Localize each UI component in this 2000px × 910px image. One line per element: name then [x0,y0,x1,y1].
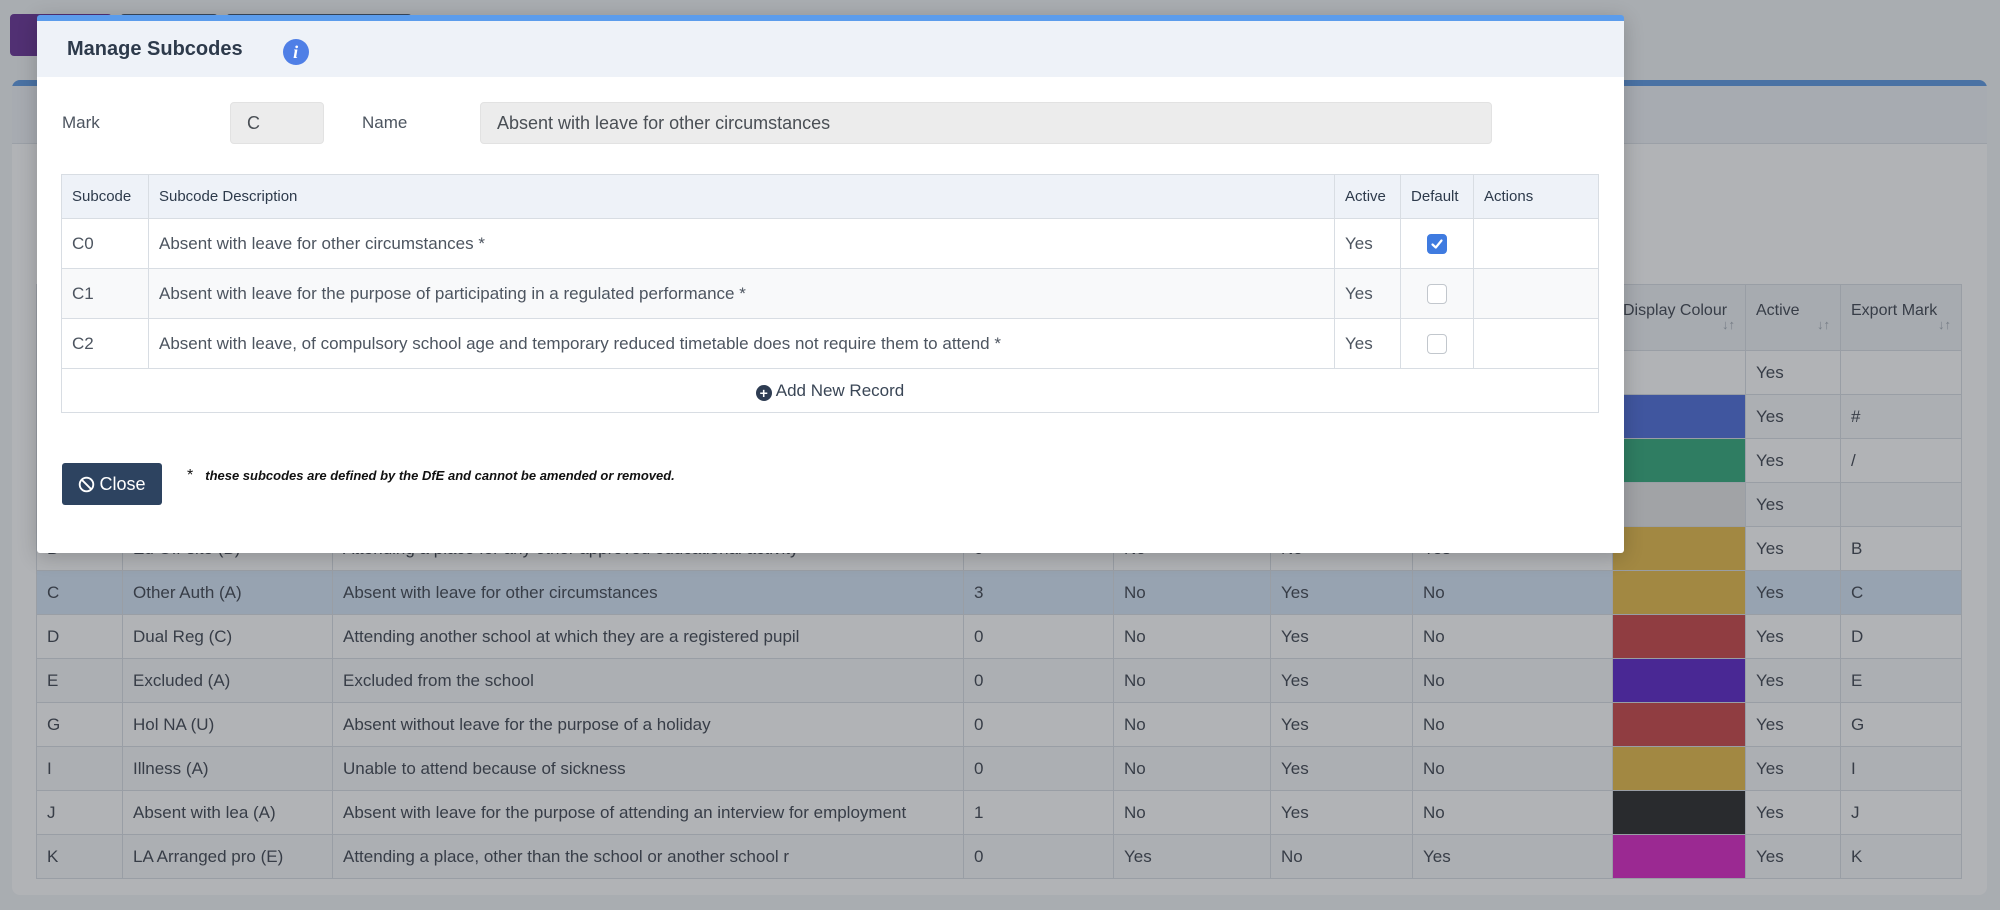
dfe-footnote: * these subcodes are defined by the DfE a… [187,467,675,485]
col-subcode: Subcode [61,174,149,219]
active-cell: Yes [1334,318,1402,369]
subcode-row[interactable]: C0 Absent with leave for other circumstan… [61,218,1599,269]
actions-cell [1473,268,1599,319]
default-checkbox[interactable] [1427,233,1447,254]
col-actions: Actions [1473,174,1599,219]
close-label: Close [99,473,146,494]
default-cell [1400,268,1474,319]
subcode-cell: C1 [61,268,149,319]
add-new-record-button[interactable]: + Add New Record [61,368,1599,413]
default-cell [1400,318,1474,369]
mark-field[interactable]: C [230,102,324,144]
actions-cell [1473,318,1599,369]
col-active: Active [1334,174,1402,219]
subcode-row[interactable]: C1 Absent with leave for the purpose of p… [61,268,1599,319]
footnote-star: * [187,467,194,484]
modal-title: Manage Subcodes [67,37,243,60]
ban-icon [79,476,95,492]
check-icon [1431,238,1443,249]
manage-subcodes-modal: Manage Subcodes i Mark C Name Absent wit… [37,15,1624,553]
actions-cell [1473,218,1599,269]
subcodes-table: Subcode Subcode Description Active Defau… [61,174,1599,413]
name-label: Name [362,113,408,132]
subcode-description-cell: Absent with leave for other circumstance… [147,218,1336,269]
col-default: Default [1400,174,1474,219]
col-subcode-description: Subcode Description [147,174,1336,219]
mark-label: Mark [62,113,100,132]
close-button[interactable]: Close [62,463,162,505]
default-checkbox[interactable] [1427,333,1447,354]
subcode-row[interactable]: C2 Absent with leave, of compulsory schoo… [61,318,1599,369]
subcode-form: Mark C Name Absent with leave for other … [62,102,1602,144]
footnote-text: these subcodes are defined by the DfE an… [205,468,675,483]
plus-circle-icon: + [755,384,772,401]
info-icon[interactable]: i [282,39,309,65]
default-checkbox[interactable] [1427,283,1447,304]
subcode-cell: C0 [61,218,149,269]
active-cell: Yes [1334,218,1402,269]
active-cell: Yes [1334,268,1402,319]
name-field[interactable]: Absent with leave for other circumstance… [480,102,1492,144]
add-new-record-label: Add New Record [775,380,905,400]
default-cell [1400,218,1474,269]
subcode-description-cell: Absent with leave for the purpose of par… [147,268,1336,319]
modal-header: Manage Subcodes i [37,21,1624,77]
subcode-cell: C2 [61,318,149,369]
subcode-description-cell: Absent with leave, of compulsory school … [147,318,1336,369]
